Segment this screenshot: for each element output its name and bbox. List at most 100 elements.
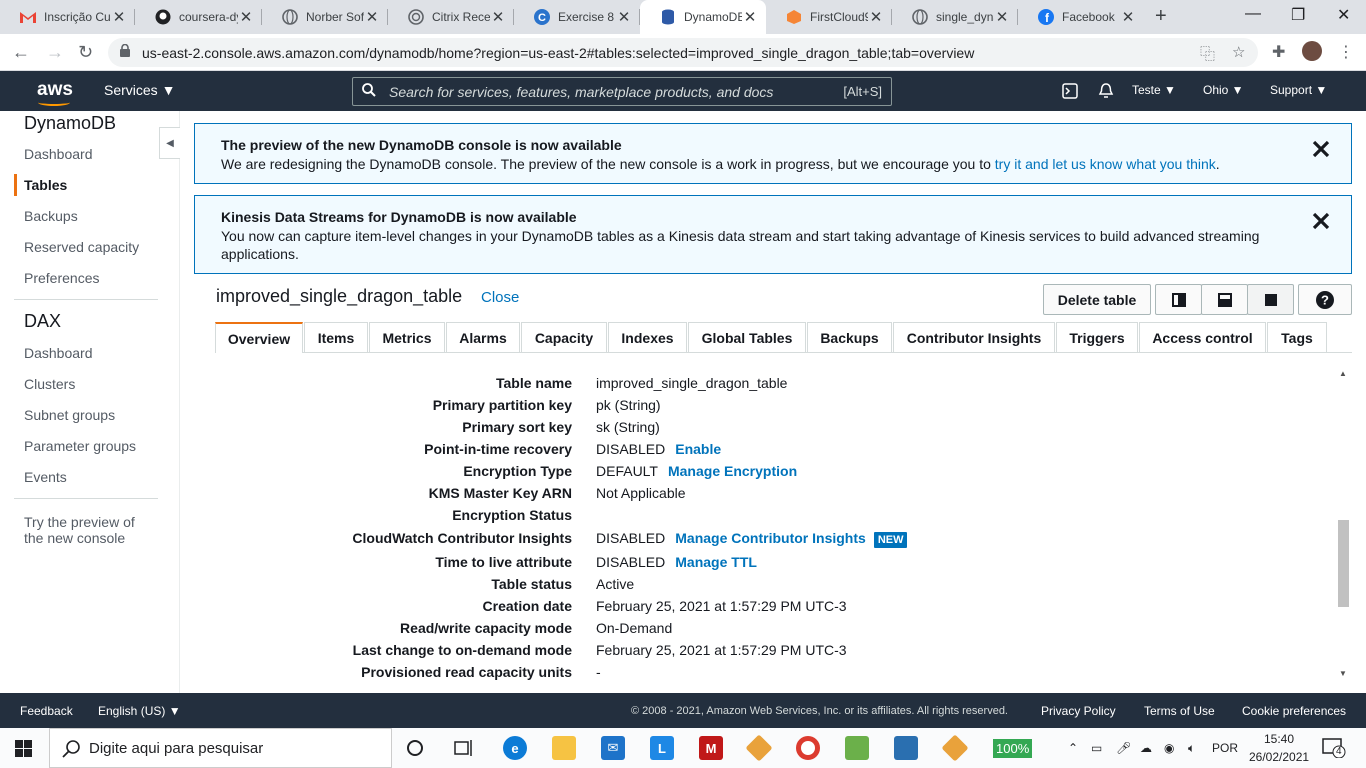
sidebar-item-backups[interactable]: Backups	[24, 208, 78, 224]
notification-center-icon[interactable]	[1322, 738, 1346, 758]
try-preview-link[interactable]: try it and let us know what you think	[995, 156, 1216, 172]
close-tab-icon[interactable]: ✕	[111, 8, 127, 26]
browser-tab[interactable]: Inscrição Cu ✕	[0, 0, 135, 34]
cloudshell-icon[interactable]	[1062, 83, 1078, 99]
close-tab-icon[interactable]: ✕	[868, 8, 884, 26]
show-hidden-icons-icon[interactable]: ⌃	[1068, 741, 1078, 755]
mail-icon[interactable]: ✉	[601, 736, 625, 760]
wifi-icon[interactable]: ◉	[1164, 741, 1174, 755]
app-diamond-icon[interactable]	[941, 734, 969, 762]
close-tab-icon[interactable]: ✕	[616, 8, 632, 26]
chrome-icon[interactable]	[796, 736, 820, 760]
tab-capacity[interactable]: Capacity	[521, 322, 607, 353]
remote-desktop-icon[interactable]	[894, 736, 918, 760]
microphone-icon[interactable]: 🎤︎	[1116, 741, 1131, 755]
tab-tags[interactable]: Tags	[1267, 322, 1327, 353]
sidebar-item-preferences[interactable]: Preferences	[24, 270, 99, 286]
clock-time[interactable]: 15:40	[1264, 732, 1294, 746]
sidebar-item-clusters[interactable]: Clusters	[24, 376, 75, 392]
window-close-icon[interactable]: ✕	[1337, 5, 1350, 25]
sidebar-preview-link[interactable]: Try the preview of the new console	[24, 514, 135, 546]
tab-overview[interactable]: Overview	[215, 322, 303, 353]
profile-avatar[interactable]	[1302, 41, 1322, 61]
close-tab-icon[interactable]: ✕	[1120, 8, 1136, 26]
mcafee-icon[interactable]: M	[699, 736, 723, 760]
tab-global-tables[interactable]: Global Tables	[688, 322, 806, 353]
scroll-up-icon[interactable]: ▲	[1339, 369, 1347, 378]
app-l-icon[interactable]: L	[650, 736, 674, 760]
address-bar[interactable]: us-east-2.console.aws.amazon.com/dynamod…	[108, 38, 1258, 67]
enable-pitr-link[interactable]: Enable	[675, 441, 721, 457]
file-explorer-icon[interactable]	[552, 736, 576, 760]
manage-contributor-insights-link[interactable]: Manage Contributor Insights	[675, 530, 866, 546]
tab-contributor-insights[interactable]: Contributor Insights	[893, 322, 1055, 353]
battery-indicator[interactable]: 100%	[993, 739, 1033, 758]
region-menu[interactable]: Ohio ▼	[1203, 83, 1244, 97]
browser-tab[interactable]: f Facebook ✕	[1018, 0, 1144, 34]
sidebar-item-parameter-groups[interactable]: Parameter groups	[24, 438, 136, 454]
language-selector[interactable]: English (US) ▼	[98, 704, 181, 718]
tab-alarms[interactable]: Alarms	[446, 322, 520, 353]
sidebar-item-dashboard[interactable]: Dashboard	[24, 146, 93, 162]
browser-tab[interactable]: coursera-dy ✕	[135, 0, 262, 34]
tab-items[interactable]: Items	[304, 322, 368, 353]
taskbar-search-input[interactable]: Digite aqui para pesquisar	[49, 728, 392, 768]
delete-table-button[interactable]: Delete table	[1043, 284, 1151, 315]
close-tab-icon[interactable]: ✕	[994, 8, 1010, 26]
network-icon[interactable]: ▭	[1091, 741, 1102, 755]
tab-access-control[interactable]: Access control	[1139, 322, 1266, 353]
chrome-menu-icon[interactable]: ⋮	[1338, 42, 1354, 62]
browser-tab[interactable]: Citrix Recei ✕	[388, 0, 514, 34]
back-icon[interactable]: ←	[12, 42, 30, 63]
sidebar-item-dax-dashboard[interactable]: Dashboard	[24, 345, 93, 361]
restore-icon[interactable]: ❐	[1291, 5, 1305, 25]
browser-tab[interactable]: Norber Soft ✕	[262, 0, 388, 34]
clock-date[interactable]: 26/02/2021	[1249, 750, 1309, 764]
onedrive-icon[interactable]: ☁︎	[1140, 741, 1152, 755]
browser-tab-active[interactable]: DynamoDB ✕	[640, 0, 766, 34]
tab-metrics[interactable]: Metrics	[369, 322, 445, 353]
browser-tab[interactable]: single_dyna ✕	[892, 0, 1018, 34]
sidebar-item-events[interactable]: Events	[24, 469, 67, 485]
sidebar-item-tables[interactable]: Tables	[24, 177, 67, 193]
services-menu[interactable]: Services ▼	[104, 82, 175, 98]
close-icon[interactable]	[1311, 211, 1331, 231]
sidebar-heading-dax[interactable]: DAX	[24, 311, 61, 332]
scrollbar-thumb[interactable]	[1338, 520, 1349, 607]
app-diamond-icon[interactable]	[745, 734, 773, 762]
close-tab-icon[interactable]: ✕	[490, 8, 506, 26]
browser-tab[interactable]: C Exercise 8 | ✕	[514, 0, 640, 34]
app-chart-icon[interactable]	[845, 736, 869, 760]
windows-start-icon[interactable]	[15, 740, 32, 757]
split-vertical-button[interactable]	[1155, 284, 1202, 315]
privacy-policy-link[interactable]: Privacy Policy	[1041, 704, 1116, 718]
terms-of-use-link[interactable]: Terms of Use	[1144, 704, 1215, 718]
account-menu[interactable]: Teste ▼	[1132, 83, 1176, 97]
feedback-link[interactable]: Feedback	[20, 704, 73, 718]
notifications-bell-icon[interactable]	[1098, 82, 1114, 100]
cookie-preferences-link[interactable]: Cookie preferences	[1242, 704, 1346, 718]
close-icon[interactable]	[1311, 139, 1331, 159]
support-menu[interactable]: Support ▼	[1270, 83, 1327, 97]
collapse-sidebar-button[interactable]: ◀	[159, 127, 180, 159]
bookmark-star-icon[interactable]: ☆	[1232, 43, 1245, 61]
manage-ttl-link[interactable]: Manage TTL	[675, 554, 757, 570]
close-tab-icon[interactable]: ✕	[742, 8, 758, 26]
forward-icon[interactable]: →	[46, 42, 64, 63]
aws-search-input[interactable]: Search for services, features, marketpla…	[352, 77, 892, 106]
close-tab-icon[interactable]: ✕	[364, 8, 380, 26]
sidebar-item-reserved-capacity[interactable]: Reserved capacity	[24, 239, 139, 255]
cortana-icon[interactable]	[406, 739, 424, 757]
tab-indexes[interactable]: Indexes	[608, 322, 687, 353]
sidebar-item-subnet-groups[interactable]: Subnet groups	[24, 407, 115, 423]
manage-encryption-link[interactable]: Manage Encryption	[668, 463, 797, 479]
tab-backups[interactable]: Backups	[807, 322, 892, 353]
sidebar-heading-dynamodb[interactable]: DynamoDB	[24, 113, 116, 134]
close-table-link[interactable]: Close	[481, 289, 519, 306]
tab-triggers[interactable]: Triggers	[1056, 322, 1138, 353]
full-view-button[interactable]	[1247, 284, 1294, 315]
task-view-icon[interactable]	[454, 739, 474, 757]
extensions-icon[interactable]: ✚	[1272, 42, 1285, 62]
translate-icon[interactable]: ⿻	[1200, 43, 1215, 64]
close-tab-icon[interactable]: ✕	[238, 8, 254, 26]
